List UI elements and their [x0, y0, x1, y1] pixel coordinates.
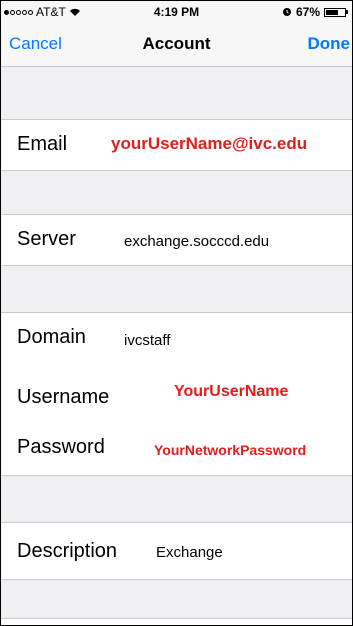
page-title: Account — [142, 34, 211, 53]
username-field[interactable]: YourUserName — [174, 383, 288, 401]
username-label: Username — [17, 386, 110, 408]
battery-icon — [324, 7, 346, 17]
username-row[interactable]: Username YourUserName — [1, 364, 352, 417]
server-field[interactable]: exchange.socccd.edu — [124, 233, 269, 250]
domain-field[interactable]: ivcstaff — [124, 332, 170, 349]
next-section-row — [1, 618, 352, 625]
email-field[interactable]: yourUserName@ivc.edu — [111, 134, 307, 154]
description-row[interactable]: Description Exchange — [1, 522, 352, 580]
server-row[interactable]: Server exchange.socccd.edu — [1, 214, 352, 266]
alarm-icon — [282, 8, 291, 16]
status-bar: AT&T 4:19 PM 67% — [1, 1, 352, 23]
email-row[interactable]: Email yourUserName@ivc.edu — [1, 119, 352, 171]
password-row[interactable]: Password YourNetworkPassword — [1, 416, 352, 476]
account-screen: AT&T 4:19 PM 67% Cancel Account Done Ema… — [0, 0, 353, 626]
description-label: Description — [17, 540, 118, 562]
domain-row[interactable]: Domain ivcstaff — [1, 312, 352, 365]
domain-label: Domain — [17, 326, 86, 348]
password-field[interactable]: YourNetworkPassword — [154, 442, 306, 458]
email-label: Email — [17, 133, 68, 155]
navigation-bar: Cancel Account Done — [1, 23, 352, 67]
done-button[interactable]: Done — [308, 34, 351, 54]
server-label: Server — [17, 228, 76, 250]
description-field[interactable]: Exchange — [156, 544, 223, 561]
battery-percent: 67% — [295, 5, 320, 19]
password-label: Password — [17, 436, 105, 458]
battery-info: 67% — [282, 5, 348, 19]
